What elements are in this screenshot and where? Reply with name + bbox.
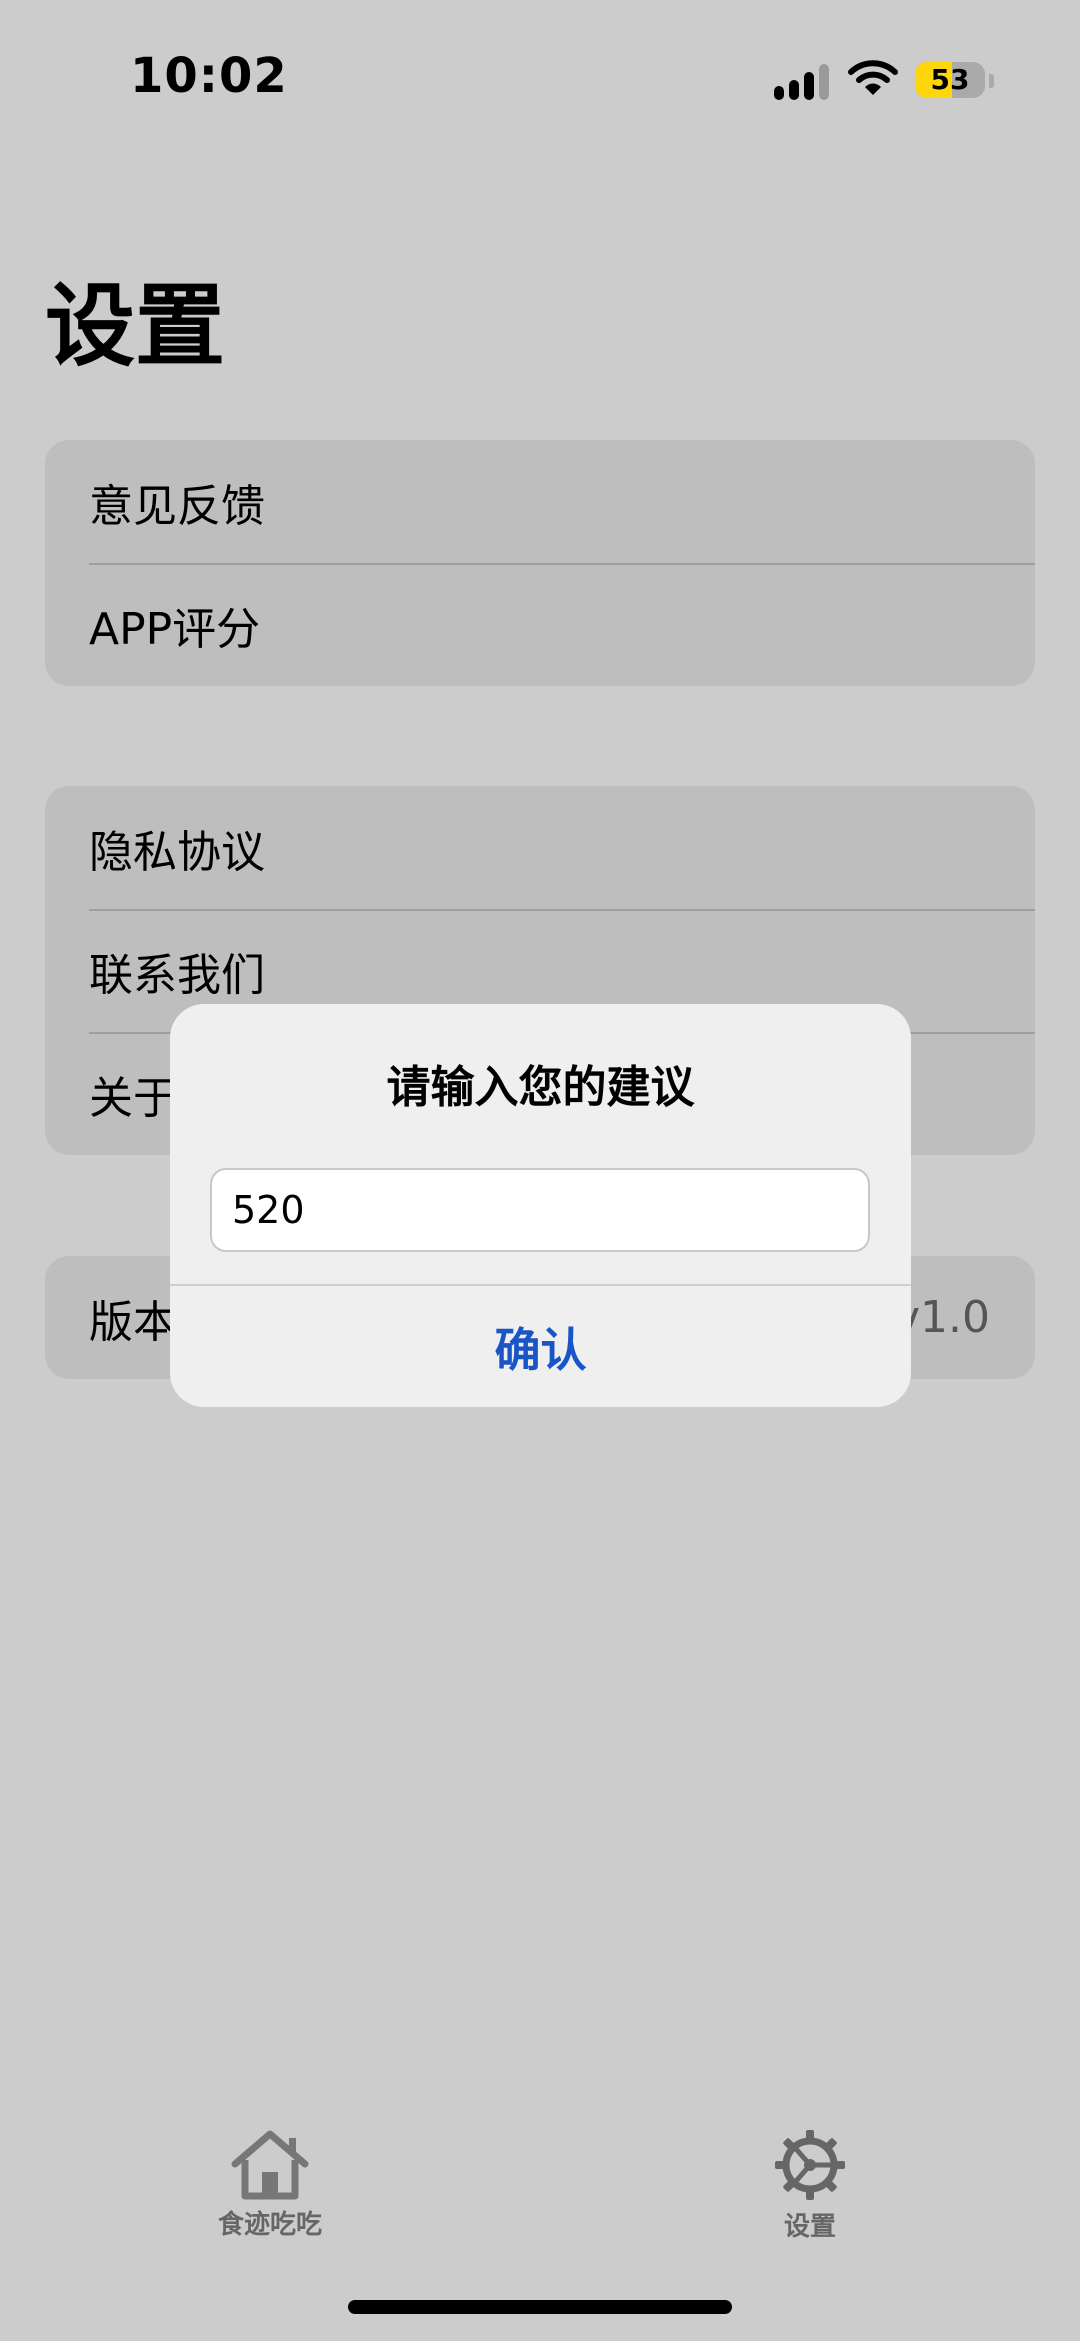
battery-icon: 53 xyxy=(915,62,985,98)
dialog-title: 请输入您的建议 xyxy=(386,1062,695,1113)
home-indicator xyxy=(348,2300,732,2314)
home-icon xyxy=(231,2130,309,2200)
suggestion-input[interactable]: 520 xyxy=(210,1168,870,1252)
privacy-row[interactable]: 隐私协议 xyxy=(45,786,1035,909)
privacy-label: 隐私协议 xyxy=(89,826,265,878)
battery-level: 53 xyxy=(930,63,970,96)
tab-settings-label: 设置 xyxy=(783,2212,836,2242)
cellular-signal-icon xyxy=(774,60,834,100)
contact-label: 联系我们 xyxy=(89,949,265,1001)
wifi-icon xyxy=(848,60,898,95)
battery-tip xyxy=(989,74,994,88)
gear-icon xyxy=(775,2130,845,2200)
tab-settings[interactable]: 设置 xyxy=(710,2128,910,2243)
app-rating-row[interactable]: APP评分 xyxy=(45,563,1035,686)
app-rating-label: APP评分 xyxy=(89,603,261,655)
version-label: 版本 xyxy=(89,1296,177,1348)
tab-home-label: 食迹吃吃 xyxy=(217,2210,322,2240)
feedback-dialog: 请输入您的建议 520 确认 xyxy=(170,1004,911,1407)
status-time: 10:02 xyxy=(130,48,288,104)
settings-group-feedback: 意见反馈 APP评分 xyxy=(45,440,1035,686)
tab-home[interactable]: 食迹吃吃 xyxy=(170,2128,370,2241)
feedback-row[interactable]: 意见反馈 xyxy=(45,440,1035,563)
confirm-button[interactable]: 确认 xyxy=(170,1286,911,1407)
about-label: 关于 xyxy=(89,1072,177,1124)
page-title: 设置 xyxy=(45,274,225,379)
feedback-label: 意见反馈 xyxy=(89,480,265,532)
